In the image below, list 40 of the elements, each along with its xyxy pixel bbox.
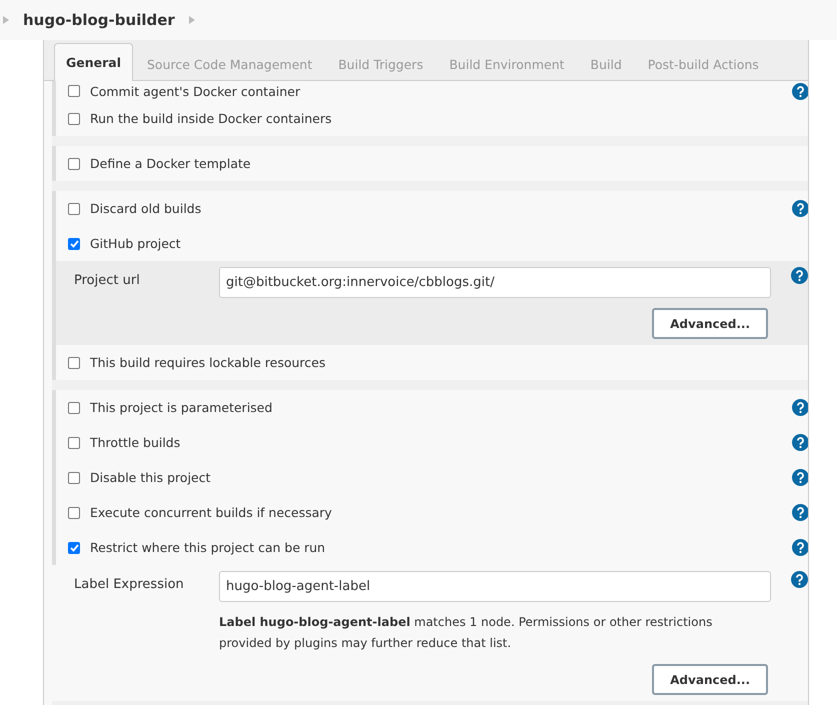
advanced-button[interactable]: Advanced... <box>652 664 768 695</box>
help-icon[interactable] <box>792 200 808 217</box>
option-label: Commit agent's Docker container <box>90 84 302 98</box>
option-label: Throttle builds <box>90 435 182 450</box>
checkbox[interactable] <box>68 356 80 368</box>
help-icon[interactable] <box>792 434 808 451</box>
checkbox[interactable] <box>68 472 80 484</box>
help-icon[interactable] <box>791 267 808 284</box>
checkbox[interactable] <box>68 112 80 124</box>
match-note: Label hugo-blog-agent-label matches 1 node. Permissions or other restrictions provided by plugins may further reduce that list. <box>219 614 714 652</box>
advanced-button[interactable]: Advanced... <box>652 308 768 339</box>
checkbox[interactable] <box>68 238 80 250</box>
help-icon[interactable] <box>792 82 808 100</box>
option-label: Define a Docker template <box>90 156 252 171</box>
option-label: GitHub project <box>90 236 182 251</box>
checkbox[interactable] <box>68 402 80 414</box>
option-label: This project is parameterised <box>90 400 274 415</box>
help-icon[interactable] <box>792 539 808 556</box>
help-icon[interactable] <box>792 504 808 521</box>
checkbox[interactable] <box>68 506 80 518</box>
help-icon[interactable] <box>792 399 808 416</box>
option-label: Disable this project <box>90 470 212 485</box>
input-field[interactable]: hugo-blog-agent-label <box>219 571 771 602</box>
field-label: Project url <box>74 272 141 288</box>
checkbox[interactable] <box>68 158 80 170</box>
checkbox[interactable] <box>68 542 80 554</box>
option-label: Run the build inside Docker containers <box>90 111 333 126</box>
option-label: Discard old builds <box>90 201 202 216</box>
checkbox[interactable] <box>68 202 80 214</box>
field-label: Label Expression <box>74 576 185 592</box>
option-label: Execute concurrent builds if necessary <box>90 505 333 520</box>
option-label: Restrict where this project can be run <box>90 540 326 555</box>
checkbox[interactable] <box>68 85 80 97</box>
checkbox[interactable] <box>68 436 80 448</box>
option-label: This build requires lockable resources <box>90 355 326 370</box>
help-icon[interactable] <box>791 571 808 588</box>
job-title[interactable]: hugo-blog-builder <box>23 11 175 29</box>
tab[interactable]: General <box>54 43 133 81</box>
input-field[interactable]: git@bitbucket.org:innervoice/cbblogs.git/ <box>219 267 771 298</box>
help-icon[interactable] <box>792 469 808 486</box>
